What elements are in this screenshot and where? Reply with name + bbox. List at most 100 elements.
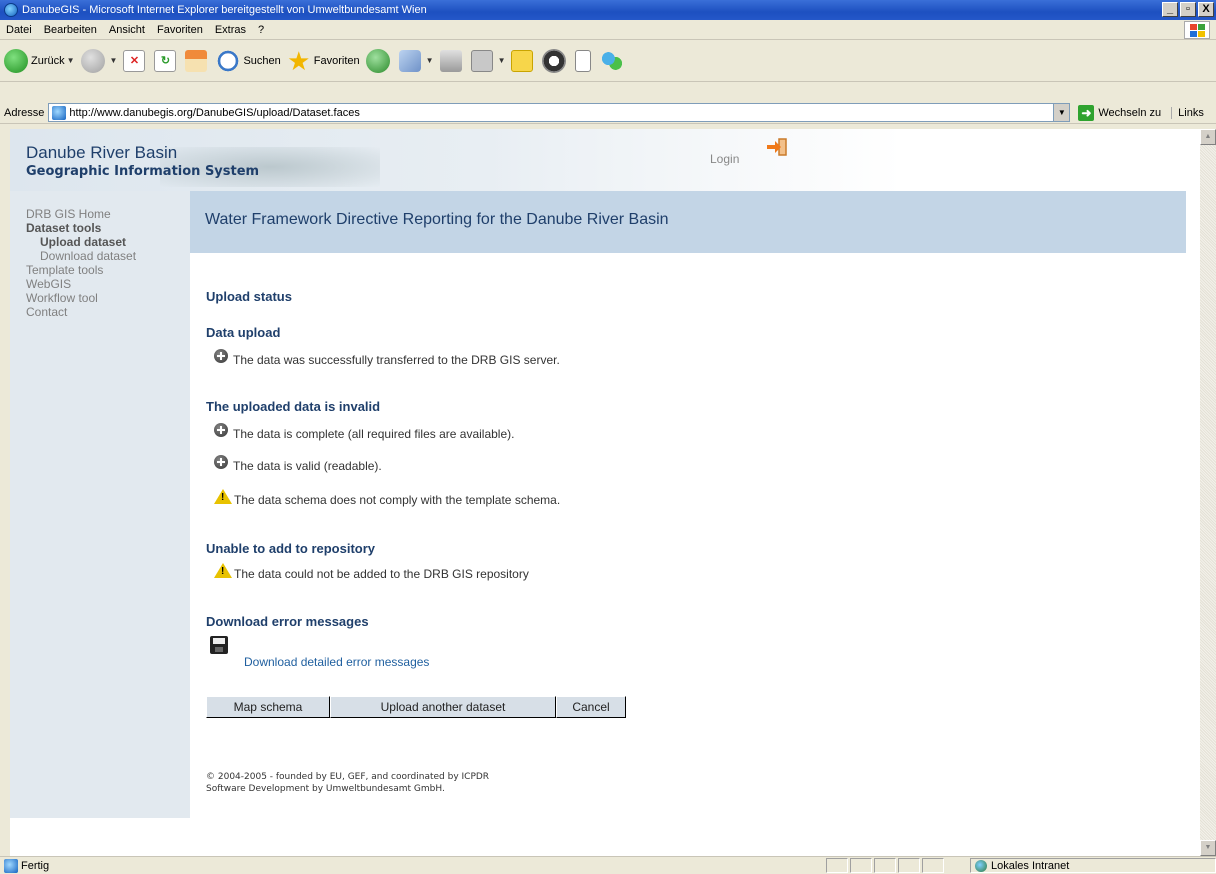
status-message: The data is complete (all required files… [214, 423, 514, 441]
upload-status-heading: Upload status [206, 289, 292, 304]
nav-dataset-tools[interactable]: Dataset tools [26, 221, 190, 235]
history-icon [365, 48, 390, 73]
upload-another-button[interactable]: Upload another dataset [330, 696, 556, 718]
nav-upload-dataset[interactable]: Upload dataset [26, 235, 190, 249]
scroll-down-icon[interactable]: ▼ [1200, 840, 1216, 856]
research-button[interactable] [575, 49, 594, 72]
address-bar: Adresse http://www.danubegis.org/DanubeG… [0, 102, 1216, 124]
download-errors-link[interactable]: Download detailed error messages [244, 655, 429, 669]
menu-bar: Datei Bearbeiten Ansicht Favoriten Extra… [0, 20, 1216, 40]
address-input[interactable]: http://www.danubegis.org/DanubeGIS/uploa… [48, 103, 1071, 122]
nav-download-dataset[interactable]: Download dataset [26, 249, 190, 263]
block-icon [542, 48, 567, 73]
close-button[interactable]: X [1198, 2, 1214, 17]
mail-button[interactable]: ▼ [398, 49, 434, 72]
standard-toolbar: Zurück ▼ ▼ ✕ ↻ Suchen ★ Favoriten ▼ ▼ [0, 40, 1216, 82]
status-panes [826, 858, 946, 873]
chevron-down-icon: ▼ [66, 56, 75, 65]
nav-webgis[interactable]: WebGIS [26, 277, 190, 291]
status-message: The data schema does not comply with the… [214, 489, 560, 507]
message-text: The data is valid (readable). [233, 459, 382, 473]
nav-workflow-tool[interactable]: Workflow tool [26, 291, 190, 305]
refresh-icon: ↻ [154, 49, 177, 72]
login-arrow-icon[interactable] [766, 138, 788, 156]
site-header: Danube River Basin Geographic Informatio… [10, 129, 1200, 191]
ie-icon [4, 3, 18, 17]
message-text: The data is complete (all required files… [233, 427, 515, 441]
chevron-down-icon: ▼ [425, 56, 434, 65]
forward-button[interactable]: ▼ [80, 48, 117, 73]
menu-help[interactable]: ? [252, 24, 270, 36]
notes-button[interactable] [511, 49, 536, 72]
refresh-button[interactable]: ↻ [154, 49, 179, 72]
cancel-button[interactable]: Cancel [556, 696, 626, 718]
status-text: Fertig [21, 859, 50, 872]
error-download-heading: Download error messages [206, 614, 369, 629]
plus-circle-icon [214, 349, 228, 363]
go-button[interactable]: ➜ Wechseln zu [1078, 104, 1162, 121]
go-arrow-icon: ➜ [1078, 104, 1095, 121]
print-button[interactable] [439, 49, 465, 72]
warning-icon [214, 563, 232, 578]
menu-extras[interactable]: Extras [209, 24, 252, 36]
security-zone[interactable]: Lokales Intranet [970, 858, 1216, 873]
map-schema-button[interactable]: Map schema [206, 696, 330, 718]
status-message: The data could not be added to the DRB G… [214, 563, 529, 581]
status-message: The data was successfully transferred to… [214, 349, 560, 367]
messenger-button[interactable] [600, 48, 627, 73]
status-pane [826, 858, 848, 873]
edit-button[interactable]: ▼ [470, 49, 506, 72]
window-controls: _ ▫ X [1162, 2, 1214, 17]
page-footer: © 2004-2005 - founded by EU, GEF, and co… [206, 771, 489, 795]
zone-label: Lokales Intranet [991, 859, 1070, 872]
status-message: The data is valid (readable). [214, 455, 382, 473]
windows-logo-icon [1184, 21, 1210, 39]
chevron-down-icon: ▼ [497, 56, 506, 65]
status-bar: Fertig Lokales Intranet [0, 856, 1216, 874]
floppy-disk-icon[interactable] [210, 636, 228, 654]
nav-drb-gis-home[interactable]: DRB GIS Home [26, 207, 190, 221]
maximize-button[interactable]: ▫ [1180, 2, 1196, 17]
warning-icon [214, 489, 232, 504]
window-border [0, 129, 10, 856]
page-done-icon [4, 858, 18, 873]
status-pane [874, 858, 896, 873]
scroll-up-icon[interactable]: ▲ [1200, 129, 1216, 145]
vertical-scrollbar[interactable]: ▲ ▼ [1200, 129, 1216, 856]
action-buttons: Map schema Upload another dataset Cancel [206, 696, 626, 718]
back-button[interactable]: Zurück ▼ [4, 48, 75, 73]
repository-heading: Unable to add to repository [206, 541, 376, 556]
login-link[interactable]: Login [710, 152, 739, 166]
data-upload-heading: Data upload [206, 325, 281, 340]
footer-copyright: © 2004-2005 - founded by EU, GEF, and co… [206, 772, 490, 782]
search-button[interactable]: Suchen [216, 48, 281, 73]
site-subtitle: Geographic Information System [26, 164, 260, 179]
minimize-button[interactable]: _ [1162, 2, 1178, 17]
address-url[interactable]: http://www.danubegis.org/DanubeGIS/uploa… [69, 107, 359, 119]
history-button[interactable] [365, 48, 393, 73]
stop-icon: ✕ [123, 49, 146, 72]
favorites-button[interactable]: ★ Favoriten [287, 48, 360, 74]
research-icon [575, 49, 592, 72]
nav-template-tools[interactable]: Template tools [26, 263, 190, 277]
stop-button[interactable]: ✕ [123, 49, 148, 72]
back-arrow-icon [4, 48, 28, 73]
menu-ansicht[interactable]: Ansicht [103, 24, 151, 36]
page-title: Water Framework Directive Reporting for … [205, 211, 669, 228]
chevron-down-icon[interactable]: ▼ [1053, 104, 1070, 121]
page-banner: Water Framework Directive Reporting for … [190, 191, 1186, 253]
page-icon [52, 105, 67, 120]
search-label: Suchen [243, 54, 281, 67]
home-button[interactable] [185, 49, 210, 72]
menu-bearbeiten[interactable]: Bearbeiten [38, 24, 103, 36]
site-title: Danube River Basin [26, 143, 178, 162]
links-button[interactable]: Links [1171, 106, 1204, 119]
menu-datei[interactable]: Datei [0, 24, 38, 36]
go-label: Wechseln zu [1098, 106, 1162, 119]
print-icon [439, 49, 462, 72]
block-button[interactable] [542, 48, 569, 73]
nav-contact[interactable]: Contact [26, 305, 190, 319]
menu-favoriten[interactable]: Favoriten [151, 24, 209, 36]
intranet-icon [975, 859, 987, 872]
window-title: DanubeGIS - Microsoft Internet Explorer … [22, 4, 427, 16]
